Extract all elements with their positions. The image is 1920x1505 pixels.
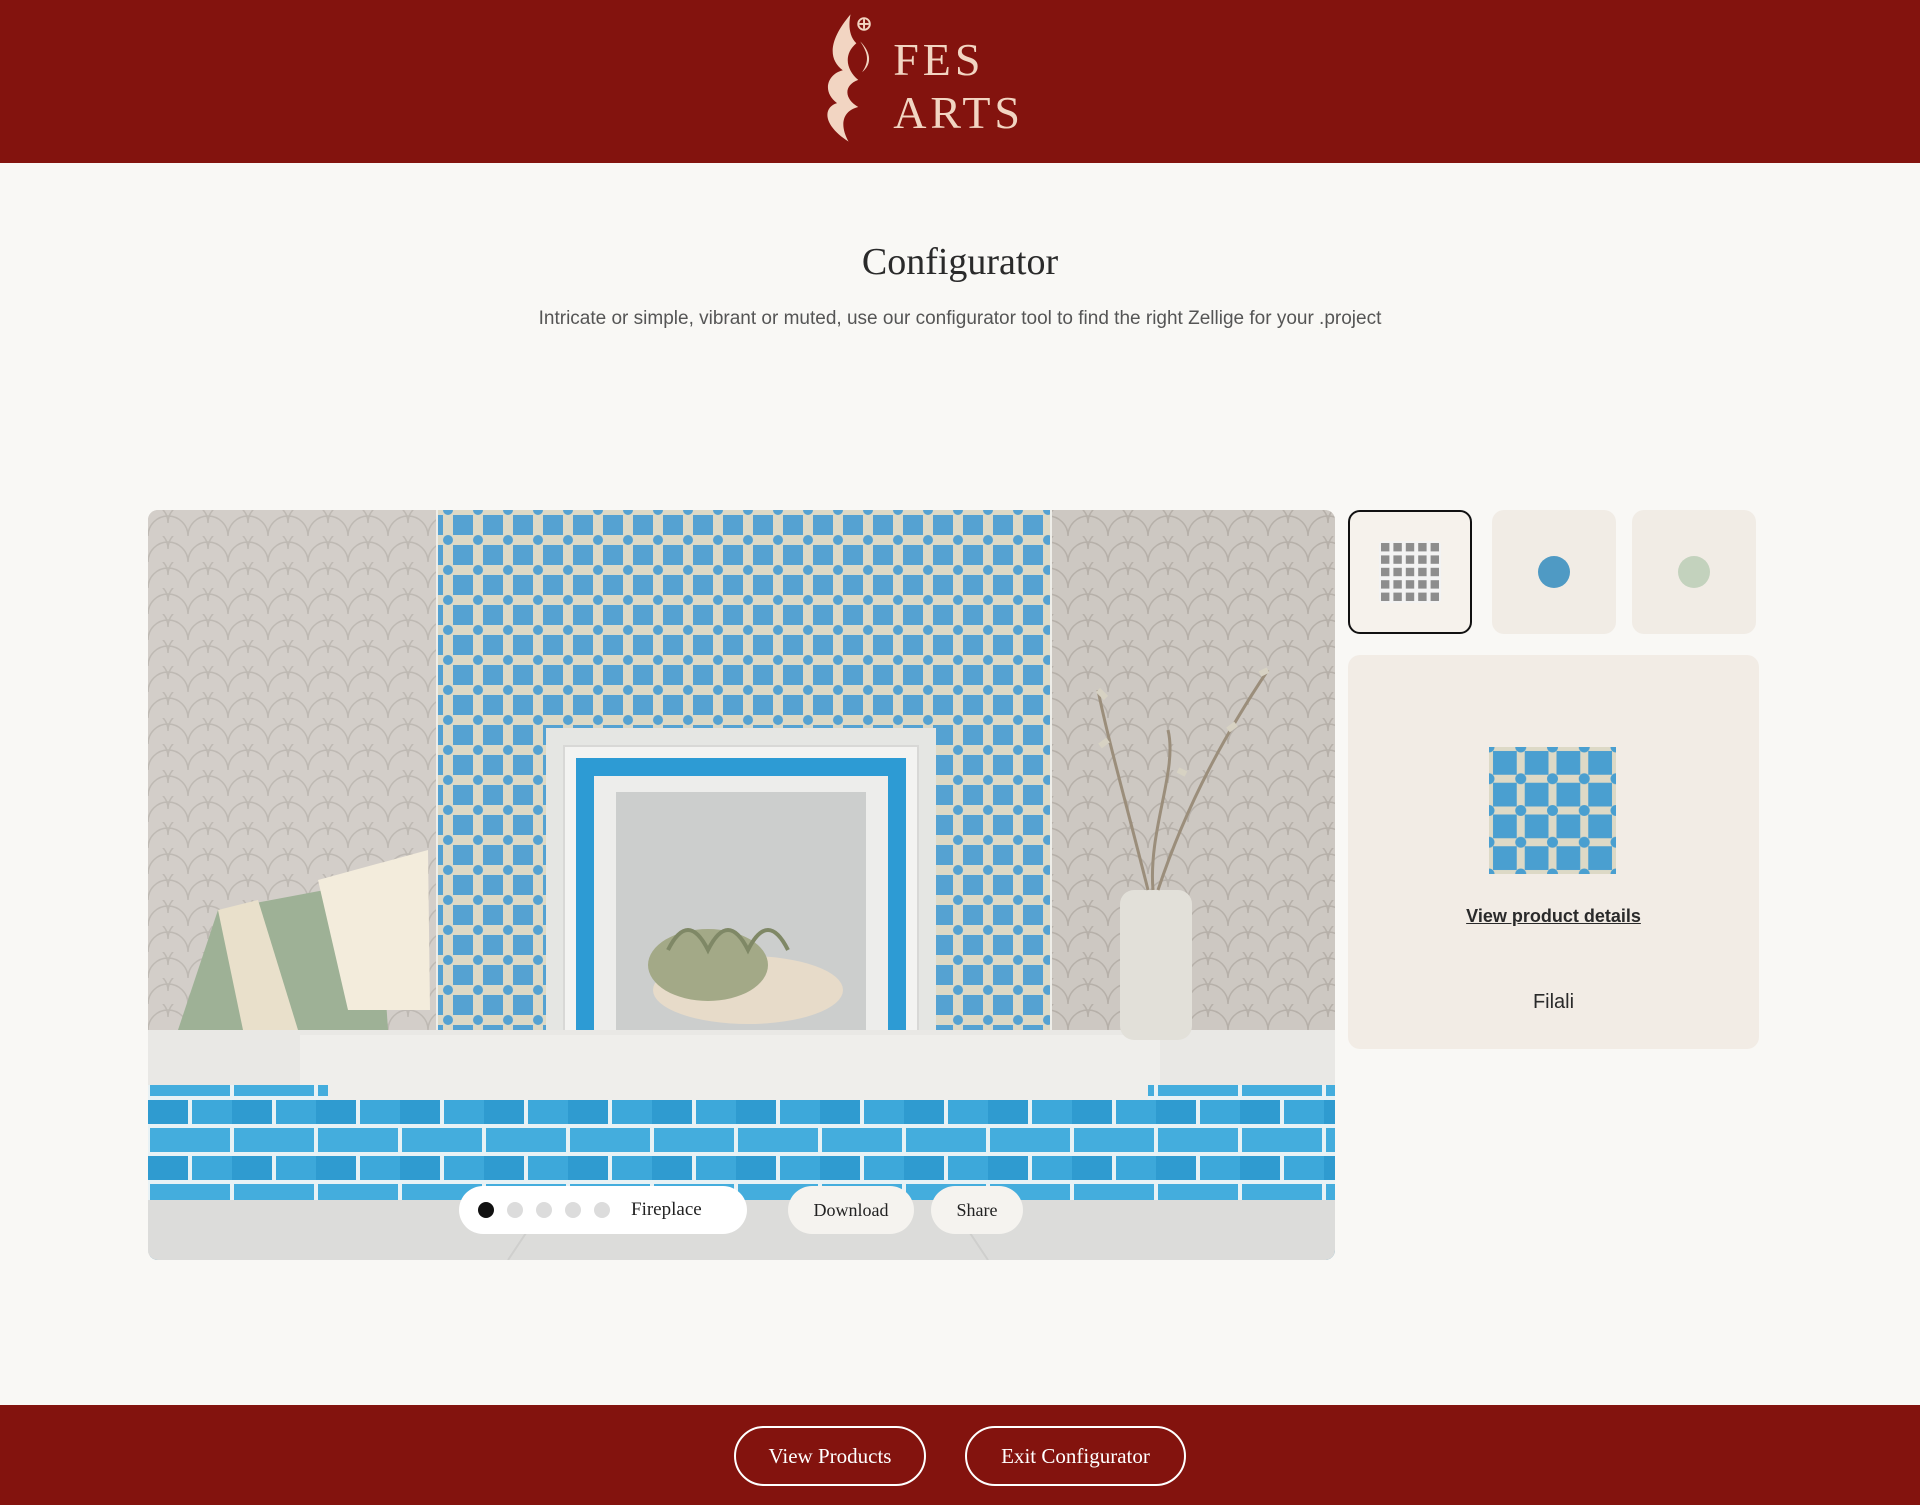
product-tile-image xyxy=(1489,747,1616,874)
download-button[interactable]: Download xyxy=(788,1186,914,1234)
swatch-blue[interactable] xyxy=(1492,510,1616,634)
fireplace-scene-image xyxy=(148,510,1335,1260)
header-bar: FES ARTS xyxy=(0,0,1920,163)
brand-logo[interactable]: FES ARTS xyxy=(810,8,1120,148)
scene-selector: Fireplace xyxy=(459,1186,747,1234)
footer-bar: View Products Exit Configurator xyxy=(0,1405,1920,1505)
share-button[interactable]: Share xyxy=(931,1186,1023,1234)
scene-dot-3[interactable] xyxy=(536,1202,552,1218)
page-title: Configurator xyxy=(861,241,1059,283)
checker-pattern-icon xyxy=(1379,541,1441,603)
scene-preview xyxy=(148,510,1335,1260)
swatch-pattern[interactable] xyxy=(1348,510,1472,634)
product-panel: View product details Filali xyxy=(1348,655,1759,1049)
page-subtitle: Intricate or simple, vibrant or muted, u… xyxy=(538,308,1382,329)
color-dot-blue xyxy=(1538,556,1570,588)
swatch-sage[interactable] xyxy=(1632,510,1756,634)
scene-dot-1[interactable] xyxy=(478,1202,494,1218)
color-dot-sage xyxy=(1678,556,1710,588)
brand-name: FES ARTS xyxy=(893,34,1025,138)
view-product-details-link[interactable]: View product details xyxy=(1348,906,1759,927)
scene-dot-2[interactable] xyxy=(507,1202,523,1218)
view-products-button[interactable]: View Products xyxy=(734,1426,926,1486)
scene-dot-5[interactable] xyxy=(594,1202,610,1218)
scene-dot-4[interactable] xyxy=(565,1202,581,1218)
flame-calligraphy-icon xyxy=(827,14,871,142)
scene-label: Fireplace xyxy=(631,1199,702,1220)
exit-configurator-button[interactable]: Exit Configurator xyxy=(965,1426,1186,1486)
product-name: Filali xyxy=(1532,991,1575,1013)
